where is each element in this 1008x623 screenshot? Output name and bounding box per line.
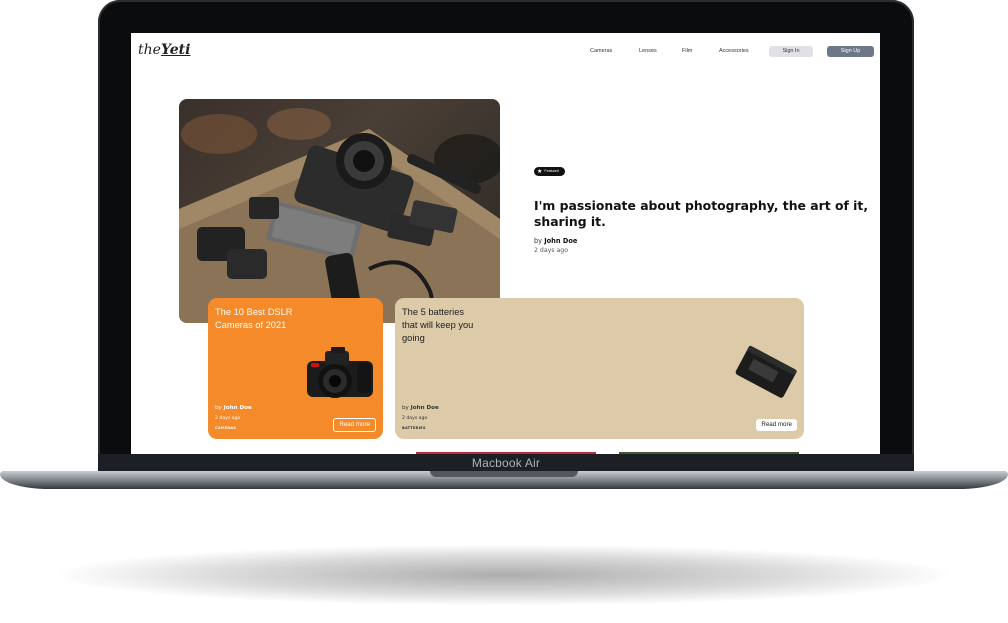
card-author-name[interactable]: John Doe (224, 405, 252, 411)
card-title[interactable]: The 10 Best DSLR Cameras of 2021 (215, 306, 311, 332)
laptop-notch (430, 471, 578, 477)
logo-prefix: the (138, 42, 161, 58)
hero-author-name[interactable]: John Doe (544, 237, 577, 245)
article-card-batteries[interactable]: The 5 batteries that will keep you going… (395, 298, 804, 439)
card-author-prefix: by (215, 405, 222, 411)
battery-image (735, 345, 797, 398)
card-category[interactable]: BATTERIES (402, 426, 426, 430)
card-title[interactable]: The 5 batteries that will keep you going (402, 306, 482, 345)
card-date: 2 days ago (215, 416, 241, 421)
featured-badge: ★ Featured (534, 167, 565, 176)
site-logo[interactable]: theYeti (138, 42, 190, 58)
hero-image[interactable] (179, 99, 500, 323)
star-icon: ★ (537, 168, 543, 175)
logo-name: Yeti (160, 42, 191, 58)
nav-link-lenses[interactable]: Lenses (639, 48, 657, 54)
card-author: by John Doe (402, 405, 439, 411)
dslr-camera-image (307, 347, 373, 398)
card-author-name[interactable]: John Doe (411, 405, 439, 411)
sign-in-button[interactable]: Sign In (769, 46, 813, 57)
read-more-button[interactable]: Read more (333, 418, 376, 432)
read-more-button[interactable]: Read more (756, 419, 797, 431)
nav-link-cameras[interactable]: Cameras (590, 48, 612, 54)
camera-gear-illustration (179, 108, 500, 323)
card-category[interactable]: CAMERAS (215, 426, 236, 430)
sign-up-button[interactable]: Sign Up (827, 46, 874, 57)
floor-shadow (60, 545, 948, 605)
site-navbar: theYeti Cameras Lenses Film Accessories … (131, 33, 880, 71)
featured-badge-label: Featured (544, 169, 559, 173)
card-author: by John Doe (215, 405, 252, 411)
hero-date: 2 days ago (534, 247, 568, 254)
hero-author: by John Doe (534, 237, 577, 245)
hero-author-prefix: by (534, 237, 543, 245)
article-card-dslr[interactable]: The 10 Best DSLR Cameras of 2021 by John… (208, 298, 383, 439)
laptop-model-label: Macbook Air (98, 454, 914, 472)
nav-link-film[interactable]: Film (682, 48, 692, 54)
laptop-screen: theYeti Cameras Lenses Film Accessories … (131, 33, 880, 454)
card-date: 2 days ago (402, 416, 428, 421)
nav-link-accessories[interactable]: Accessories (719, 48, 749, 54)
hero-title[interactable]: I'm passionate about photography, the ar… (534, 198, 869, 230)
card-author-prefix: by (402, 405, 409, 411)
